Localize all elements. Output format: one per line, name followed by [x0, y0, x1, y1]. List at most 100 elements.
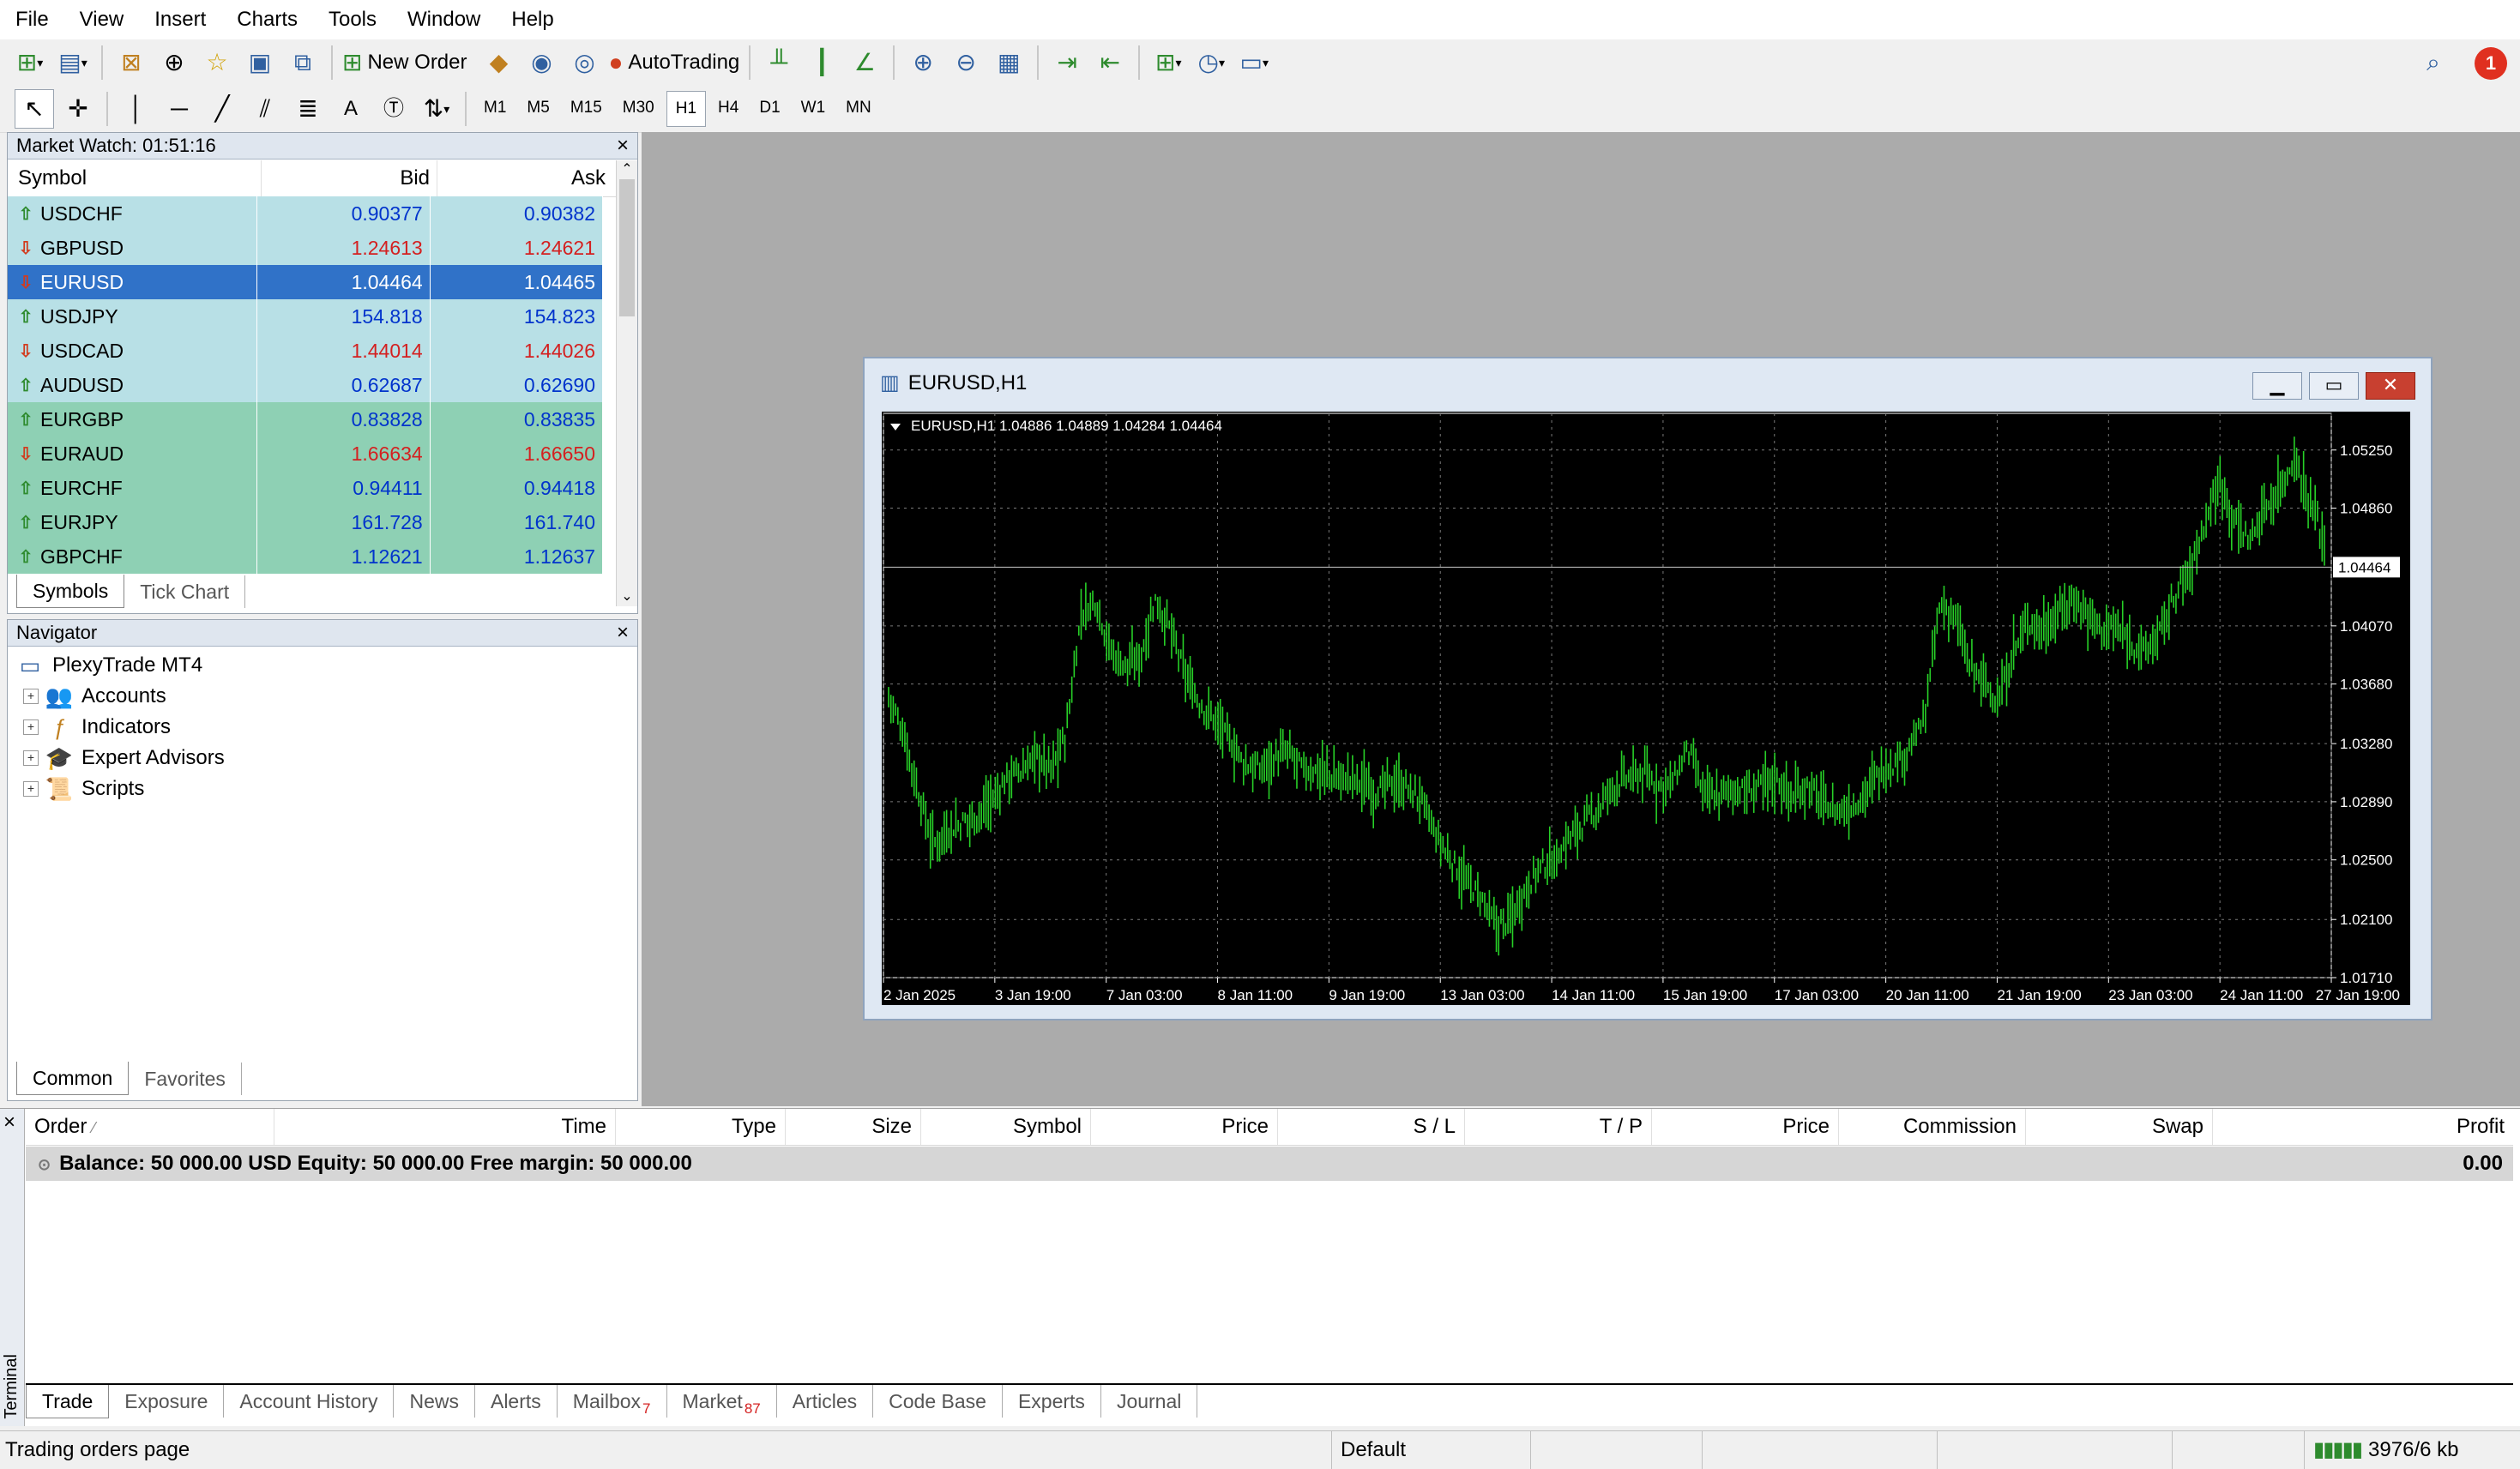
market-watch-row[interactable]: ⇧ AUDUSD 0.62687 0.62690: [8, 368, 603, 402]
column-symbol[interactable]: Symbol: [921, 1109, 1091, 1145]
channel-button[interactable]: ⫽: [246, 90, 284, 128]
fibonacci-button[interactable]: ≣: [289, 90, 327, 128]
menu-window[interactable]: Window: [392, 0, 496, 39]
arrows-button[interactable]: ⇅ ▾: [418, 90, 455, 128]
tab-code-base[interactable]: Code Base: [873, 1385, 1003, 1418]
market-watch-row[interactable]: ⇩ GBPUSD 1.24613 1.24621: [8, 231, 603, 265]
horizontal-line-button[interactable]: ─: [160, 90, 198, 128]
line-chart-button[interactable]: ∠: [846, 44, 883, 81]
navigator-item-scripts[interactable]: + 📜 Scripts: [23, 776, 144, 802]
maximize-button[interactable]: ▭: [2309, 372, 2359, 400]
close-button[interactable]: ✕: [2366, 372, 2415, 400]
autotrading-button[interactable]: ● AutoTrading: [609, 44, 740, 81]
scroll-down-icon[interactable]: ⌄: [617, 587, 637, 605]
tab-symbols[interactable]: Symbols: [16, 575, 125, 608]
market-watch-button[interactable]: ⊠: [112, 44, 150, 81]
new-order-button[interactable]: ⊞ New Order: [342, 44, 467, 81]
menu-file[interactable]: File: [0, 0, 64, 39]
column-order[interactable]: Order ⁄: [26, 1109, 274, 1145]
bar-chart-button[interactable]: ╨: [760, 44, 798, 81]
timeframe-w1-button[interactable]: W1: [793, 91, 835, 125]
expand-icon[interactable]: +: [23, 750, 39, 766]
minimize-button[interactable]: ▁: [2252, 372, 2302, 400]
expand-icon[interactable]: +: [23, 719, 39, 735]
chart-window[interactable]: ▥ EURUSD,H1 ▁ ▭ ✕ 1.05250 1.04860 1.04070 1…: [863, 357, 2433, 1020]
zoom-in-button[interactable]: ⊕: [904, 44, 942, 81]
tab-tick-chart[interactable]: Tick Chart: [124, 575, 246, 608]
column-commission[interactable]: Commission: [1839, 1109, 2026, 1145]
tab-articles[interactable]: Articles: [777, 1385, 874, 1418]
tab-common[interactable]: Common: [16, 1062, 130, 1095]
tab-mailbox[interactable]: Mailbox 7: [558, 1385, 667, 1418]
column-price[interactable]: Price: [1091, 1109, 1278, 1145]
market-watch-row[interactable]: ⇧ EURGBP 0.83828 0.83835: [8, 402, 603, 436]
navigator-item-indicators[interactable]: + ƒ Indicators: [23, 714, 171, 740]
connection-status[interactable]: ▮▮▮▮▮ 3976/6 kb: [2304, 1431, 2519, 1469]
timeframe-m1-button[interactable]: M1: [475, 91, 515, 125]
tab-market[interactable]: Market 87: [667, 1385, 777, 1418]
navigator-button[interactable]: ☆: [198, 44, 236, 81]
market-watch-row[interactable]: ⇧ USDJPY 154.818 154.823: [8, 299, 603, 334]
terminal-button[interactable]: ▣: [241, 44, 279, 81]
tab-favorites[interactable]: Favorites: [129, 1063, 242, 1095]
zoom-out-button[interactable]: ⊖: [947, 44, 985, 81]
templates-button[interactable]: ▭ ▾: [1235, 44, 1273, 81]
signals-button[interactable]: ◉: [523, 44, 561, 81]
close-icon[interactable]: ×: [617, 620, 629, 646]
menu-tools[interactable]: Tools: [313, 0, 392, 39]
scroll-thumb[interactable]: [619, 179, 635, 316]
new-chart-button[interactable]: ⊞ ▾: [11, 44, 49, 81]
market-watch-row[interactable]: ⇧ GBPCHF 1.12621 1.12637: [8, 539, 603, 574]
menu-charts[interactable]: Charts: [221, 0, 313, 39]
column-size[interactable]: Size: [786, 1109, 921, 1145]
price-chart[interactable]: 1.05250 1.04860 1.04070 1.03680 1.03280 1.028…: [882, 412, 2410, 1005]
navigator-root[interactable]: ▭ PlexyTrade MT4: [16, 653, 202, 678]
tile-windows-button[interactable]: ▦: [990, 44, 1028, 81]
market-watch-row[interactable]: ⇧ EURCHF 0.94411 0.94418: [8, 471, 603, 505]
column-swap[interactable]: Swap: [2026, 1109, 2213, 1145]
navigator-item-expert-advisors[interactable]: + 🎓 Expert Advisors: [23, 745, 225, 771]
market-watch-row[interactable]: ⇩ USDCAD 1.44014 1.44026: [8, 334, 603, 368]
menu-insert[interactable]: Insert: [139, 0, 221, 39]
tab-exposure[interactable]: Exposure: [109, 1385, 225, 1418]
tab-news[interactable]: News: [394, 1385, 475, 1418]
candlestick-button[interactable]: ┃: [803, 44, 841, 81]
column-bid[interactable]: Bid: [262, 160, 437, 196]
column-profit[interactable]: Profit: [2213, 1109, 2513, 1145]
column-time[interactable]: Time: [274, 1109, 616, 1145]
timeframe-h4-button[interactable]: H4: [709, 91, 747, 125]
expand-icon[interactable]: +: [23, 689, 39, 704]
crosshair-tool-button[interactable]: ✛: [59, 90, 97, 128]
balance-row[interactable]: ⊙ Balance: 50 000.00 USD Equity: 50 000.0…: [26, 1147, 2513, 1181]
column-ask[interactable]: Ask: [437, 160, 612, 196]
timeframe-mn-button[interactable]: MN: [837, 91, 880, 125]
timeframe-m15-button[interactable]: M15: [562, 91, 611, 125]
text-button[interactable]: A: [332, 90, 370, 128]
text-label-button[interactable]: Ⓣ: [375, 90, 413, 128]
column-symbol[interactable]: Symbol: [8, 160, 262, 196]
market-watch-scrollbar[interactable]: ⌃ ⌄: [616, 160, 637, 606]
market-watch-row[interactable]: ⇩ EURAUD 1.66634 1.66650: [8, 436, 603, 471]
strategy-tester-button[interactable]: ⧉: [284, 44, 322, 81]
trendline-button[interactable]: ╱: [203, 90, 241, 128]
tab-trade[interactable]: Trade: [26, 1385, 110, 1418]
timeframe-m30-button[interactable]: M30: [614, 91, 663, 125]
market-watch-row[interactable]: ⇧ EURJPY 161.728 161.740: [8, 505, 603, 539]
cursor-tool-button[interactable]: ↖: [15, 89, 54, 129]
tab-journal[interactable]: Journal: [1101, 1385, 1198, 1418]
metaeditor-button[interactable]: ◆: [480, 44, 518, 81]
close-icon[interactable]: ×: [617, 133, 629, 159]
autoscroll-button[interactable]: ⇥: [1048, 44, 1086, 81]
column-sl[interactable]: S / L: [1278, 1109, 1465, 1145]
timeframe-m5-button[interactable]: M5: [518, 91, 558, 125]
column-current-price[interactable]: Price: [1652, 1109, 1839, 1145]
chart-window-titlebar[interactable]: ▥ EURUSD,H1: [880, 370, 1027, 395]
tab-account-history[interactable]: Account History: [224, 1385, 395, 1418]
profile-status[interactable]: Default: [1331, 1431, 1536, 1469]
tab-experts[interactable]: Experts: [1003, 1385, 1101, 1418]
indicators-button[interactable]: ⊞ ▾: [1149, 44, 1187, 81]
market-watch-row[interactable]: ⇩ EURUSD 1.04464 1.04465: [8, 265, 603, 299]
periods-button[interactable]: ◷ ▾: [1192, 44, 1230, 81]
vps-button[interactable]: ◎: [566, 44, 604, 81]
notifications-button[interactable]: ◌ 1: [2457, 44, 2517, 81]
